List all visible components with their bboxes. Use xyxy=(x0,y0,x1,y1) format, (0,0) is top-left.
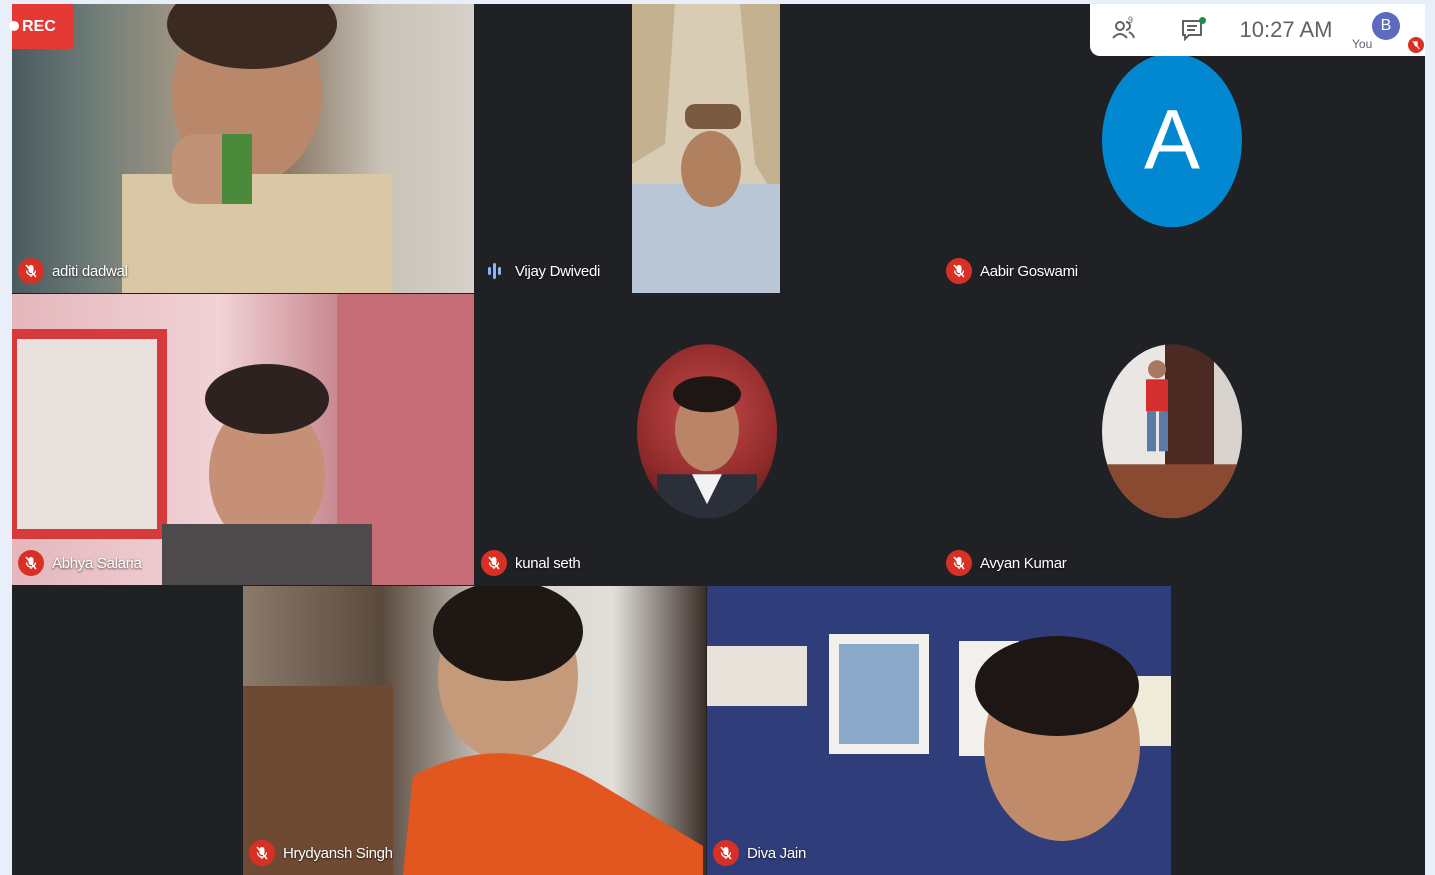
participant-name-bar: Vijay Dwivedi xyxy=(481,257,600,285)
letter-avatar: A xyxy=(1102,52,1242,227)
chat-button[interactable] xyxy=(1158,4,1226,56)
participant-tile-vijay[interactable]: Vijay Dwivedi xyxy=(475,4,939,293)
participant-name-bar: Diva Jain xyxy=(713,839,806,867)
video-feed-shapes xyxy=(122,4,392,293)
participant-name-bar: kunal seth xyxy=(481,549,581,577)
participant-name-bar: Hrydyansh Singh xyxy=(249,839,393,867)
self-avatar: B xyxy=(1372,12,1400,40)
participant-name: Aabir Goswami xyxy=(980,262,1078,280)
participant-video xyxy=(707,586,1171,875)
participant-name: aditi dadwal xyxy=(52,262,128,280)
self-label: You xyxy=(1352,37,1373,51)
chat-notification-dot xyxy=(1199,17,1206,24)
self-view[interactable]: B You xyxy=(1346,4,1424,56)
video-feed-shapes xyxy=(632,4,780,293)
mic-off-icon xyxy=(18,258,44,284)
participant-name: Avyan Kumar xyxy=(980,554,1067,572)
participant-video xyxy=(243,586,706,875)
participant-tile-aditi[interactable]: aditi dadwal xyxy=(12,4,474,293)
participant-video xyxy=(12,4,474,293)
participant-name: Diva Jain xyxy=(747,844,806,862)
participant-tile-abhya[interactable]: Abhya Salaria xyxy=(12,294,474,585)
mic-off-icon xyxy=(18,550,44,576)
participant-tile-avyan[interactable]: Avyan Kumar xyxy=(940,294,1404,585)
people-icon xyxy=(1112,21,1135,39)
participant-name-bar: Abhya Salaria xyxy=(18,549,142,577)
participant-video xyxy=(475,4,939,293)
participant-tile-hrydyansh[interactable]: Hrydyansh Singh xyxy=(243,586,706,875)
meeting-clock: 10:27 AM xyxy=(1239,17,1333,42)
meeting-grid: aditi dadwal Vijay Dwivedi A Aabir Goswa… xyxy=(12,4,1425,875)
profile-photo-shapes xyxy=(1102,359,1242,518)
participants-button[interactable]: 9 xyxy=(1090,4,1158,56)
participant-tile-kunal[interactable]: kunal seth xyxy=(475,294,939,585)
participant-name: Abhya Salaria xyxy=(52,554,142,572)
participant-name: Hrydyansh Singh xyxy=(283,844,393,862)
participant-tile-diva[interactable]: Diva Jain xyxy=(707,586,1171,875)
mic-off-icon xyxy=(481,550,507,576)
mic-off-icon xyxy=(946,258,972,284)
speaking-indicator-icon xyxy=(481,258,507,284)
participant-name: kunal seth xyxy=(515,554,581,572)
video-feed-shapes xyxy=(12,294,474,585)
participant-name-bar: Aabir Goswami xyxy=(946,257,1078,285)
mic-off-icon xyxy=(249,840,275,866)
mic-off-icon xyxy=(1408,37,1424,53)
profile-photo xyxy=(637,343,777,518)
mic-off-icon xyxy=(946,550,972,576)
video-feed-shapes xyxy=(707,634,1171,841)
participant-name: Vijay Dwivedi xyxy=(515,262,601,280)
profile-photo xyxy=(1102,343,1242,518)
mic-off-icon xyxy=(713,840,739,866)
meeting-topbar: 9 10:27 AM B You xyxy=(1090,4,1425,56)
recording-badge: REC xyxy=(9,4,74,49)
participant-name-bar: Avyan Kumar xyxy=(946,549,1067,577)
participant-name-bar: aditi dadwal xyxy=(18,257,128,285)
video-feed-shapes xyxy=(243,586,703,875)
profile-photo-shapes xyxy=(657,375,757,518)
participants-count: 9 xyxy=(1128,15,1134,25)
participant-video xyxy=(12,294,474,585)
